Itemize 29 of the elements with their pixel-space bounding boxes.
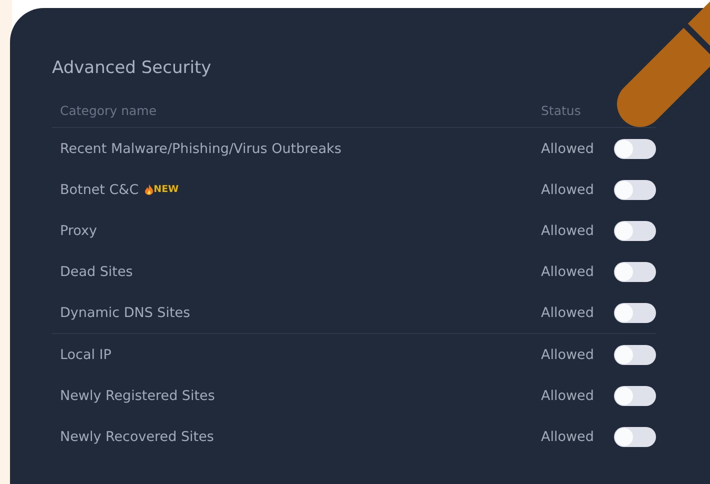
status-text: Allowed (541, 388, 594, 404)
toggle-switch[interactable] (614, 220, 656, 240)
status-text: Allowed (541, 346, 594, 362)
toggle-switch[interactable] (614, 138, 656, 158)
status-text: Allowed (541, 264, 594, 280)
toggle-switch[interactable] (614, 386, 656, 406)
column-header: Category name (60, 102, 157, 118)
toggle-switch[interactable] (614, 426, 656, 446)
toggle-switch[interactable] (614, 262, 656, 282)
flame-icon (144, 184, 153, 195)
category-name: Proxy (60, 222, 97, 238)
category-name: Local IP (60, 346, 112, 362)
toggle-switch[interactable] (614, 302, 656, 322)
category-name: Newly Registered Sites (60, 388, 215, 404)
status-text: Allowed (541, 304, 594, 320)
new-label: NEW (154, 184, 179, 195)
status-text: Allowed (541, 222, 594, 238)
panel-title: Advanced Security (52, 58, 212, 78)
toggle-switch[interactable] (614, 180, 656, 200)
category-name: Newly Recovered Sites (60, 428, 214, 444)
category-name: Botnet C&C (60, 182, 139, 198)
status-text: Allowed (541, 428, 594, 444)
category-name: Recent Malware/Phishing/Virus Outbreaks (60, 140, 342, 156)
category-name: Dead Sites (60, 264, 133, 280)
category-name: Dynamic DNS Sites (60, 304, 190, 320)
status-text: Allowed (541, 182, 594, 198)
toggle-switch[interactable] (614, 344, 656, 364)
status-text: Allowed (541, 140, 594, 156)
column-header: Status (541, 102, 582, 118)
